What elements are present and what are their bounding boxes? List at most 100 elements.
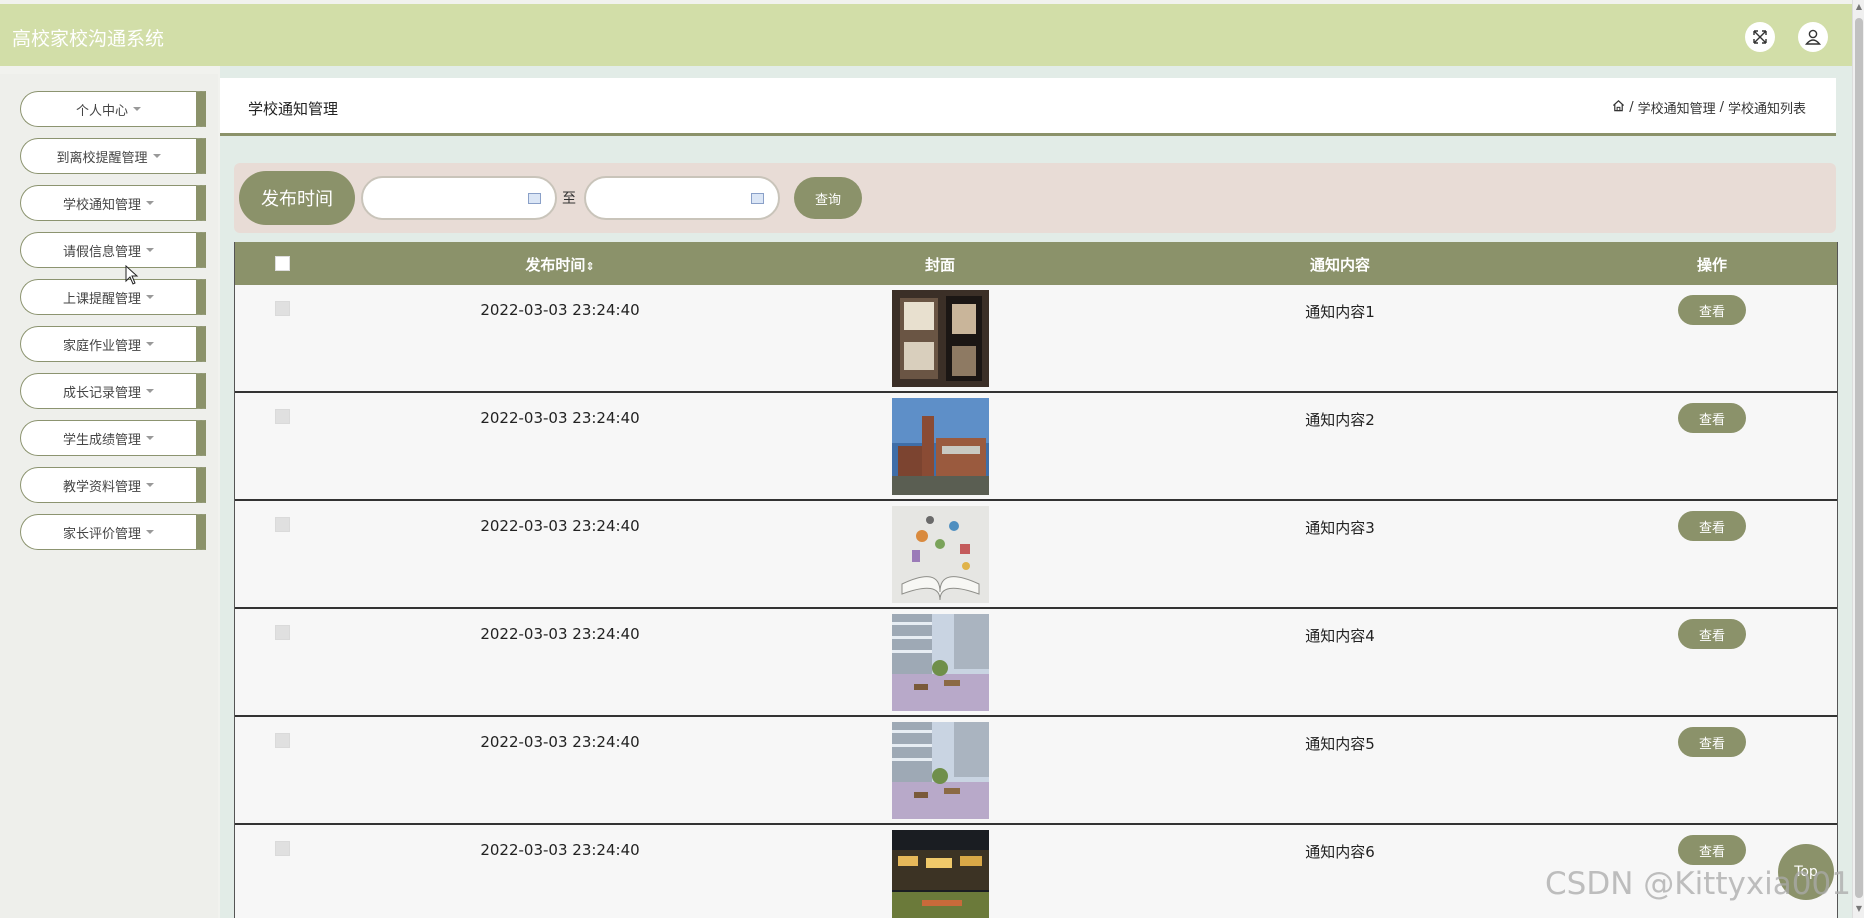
sidebar-item-label: 学生成绩管理 [62, 432, 141, 448]
page-scrollbar[interactable]: ▲ ▼ [1852, 0, 1864, 918]
cover-image [892, 398, 989, 495]
sidebar-item-parent-review[interactable]: 家长评价管理 [20, 514, 206, 550]
sidebar-item-label: 家长评价管理 [62, 526, 141, 542]
user-icon[interactable] [1798, 22, 1828, 52]
page-title: 学校通知管理 [248, 100, 339, 118]
mouse-cursor-icon [125, 265, 139, 285]
cover-image [892, 290, 989, 387]
cover-image [892, 830, 989, 918]
start-date-input[interactable] [379, 178, 529, 218]
column-header-publish-time[interactable]: 发布时间⇕ [525, 254, 594, 275]
breadcrumb: / 学校通知管理 / 学校通知列表 [1612, 98, 1806, 117]
sidebar-item-growth-record[interactable]: 成长记录管理 [20, 373, 206, 409]
chevron-down-icon [146, 483, 154, 487]
chevron-down-icon [146, 436, 154, 440]
search-label: 发布时间 [239, 171, 355, 225]
notice-content-cell: 通知内容2 [1305, 411, 1375, 429]
publish-time-cell: 2022-03-03 23:24:40 [480, 841, 640, 859]
sidebar-item-school-notice[interactable]: 学校通知管理 [20, 185, 206, 221]
table-row: 2022-03-03 23:24:40 通知内容5 查看 [235, 717, 1837, 825]
view-button[interactable]: 查看 [1678, 727, 1746, 757]
notice-content-cell: 通知内容6 [1305, 843, 1375, 861]
view-button[interactable]: 查看 [1678, 835, 1746, 865]
fullscreen-icon[interactable] [1745, 22, 1775, 52]
sidebar-item-label: 上课提醒管理 [62, 291, 141, 307]
breadcrumb-separator: / [1629, 100, 1634, 115]
sidebar-item-label: 学校通知管理 [62, 197, 141, 213]
column-header-cover: 封面 [924, 256, 956, 274]
publish-time-cell: 2022-03-03 23:24:40 [480, 517, 640, 535]
view-button[interactable]: 查看 [1678, 619, 1746, 649]
chevron-down-icon [146, 248, 154, 252]
sidebar-item-label: 成长记录管理 [62, 385, 141, 401]
breadcrumb-item[interactable]: 学校通知管理 [1638, 98, 1716, 117]
row-checkbox[interactable] [275, 625, 290, 640]
sidebar-item-leave[interactable]: 请假信息管理 [20, 232, 206, 268]
start-date-field[interactable] [361, 176, 557, 220]
chevron-down-icon [152, 154, 161, 158]
cover-image [892, 614, 989, 711]
cover-image [892, 722, 989, 819]
notice-table: 发布时间⇕ 封面 通知内容 操作 2022-03-03 23:24:40 通知内… [234, 242, 1838, 918]
scroll-up-icon[interactable]: ▲ [1855, 2, 1863, 12]
query-button[interactable]: 查询 [794, 177, 862, 219]
chevron-down-icon [133, 107, 141, 111]
top-bar: 高校家校沟通系统 [0, 4, 1852, 66]
view-button[interactable]: 查看 [1678, 511, 1746, 541]
home-icon[interactable] [1612, 99, 1625, 116]
chevron-down-icon [146, 389, 154, 393]
notice-content-cell: 通知内容5 [1305, 735, 1375, 753]
sidebar-item-label: 家庭作业管理 [62, 338, 141, 354]
table-row: 2022-03-03 23:24:40 通知内容3 查看 [235, 501, 1837, 609]
notice-content-cell: 通知内容3 [1305, 519, 1375, 537]
sidebar-item-arrival-reminder[interactable]: 到离校提醒管理 [20, 138, 206, 174]
table-row: 2022-03-03 23:24:40 通知内容1 查看 [235, 285, 1837, 393]
sidebar-item-homework[interactable]: 家庭作业管理 [20, 326, 206, 362]
sidebar-item-label: 教学资料管理 [62, 479, 141, 495]
select-all-checkbox[interactable] [275, 256, 290, 271]
sidebar-item-label: 请假信息管理 [62, 244, 141, 260]
chevron-down-icon [146, 201, 154, 205]
row-checkbox[interactable] [275, 841, 290, 856]
sidebar-item-label: 个人中心 [75, 103, 128, 119]
calendar-icon[interactable] [751, 193, 764, 204]
page-header: 学校通知管理 / 学校通知管理 / 学校通知列表 [220, 78, 1836, 136]
view-button[interactable]: 查看 [1678, 403, 1746, 433]
row-checkbox[interactable] [275, 409, 290, 424]
row-checkbox[interactable] [275, 733, 290, 748]
publish-time-cell: 2022-03-03 23:24:40 [480, 409, 640, 427]
scroll-thumb[interactable] [1855, 18, 1863, 898]
publish-time-cell: 2022-03-03 23:24:40 [480, 733, 640, 751]
notice-content-cell: 通知内容1 [1305, 303, 1375, 321]
end-date-field[interactable] [584, 176, 780, 220]
view-button[interactable]: 查看 [1678, 295, 1746, 325]
breadcrumb-separator: / [1719, 100, 1724, 115]
table-row: 2022-03-03 23:24:40 通知内容4 查看 [235, 609, 1837, 717]
scroll-down-icon[interactable]: ▼ [1855, 904, 1863, 914]
publish-time-cell: 2022-03-03 23:24:40 [480, 301, 640, 319]
column-label: 发布时间 [525, 256, 586, 274]
sidebar: 个人中心 到离校提醒管理 学校通知管理 请假信息管理 上课提醒管理 家庭作业管理… [0, 74, 218, 918]
sidebar-item-class-reminder[interactable]: 上课提醒管理 [20, 279, 206, 315]
end-date-input[interactable] [602, 178, 752, 218]
publish-time-cell: 2022-03-03 23:24:40 [480, 625, 640, 643]
sidebar-item-teaching-materials[interactable]: 教学资料管理 [20, 467, 206, 503]
table-header: 发布时间⇕ 封面 通知内容 操作 [235, 242, 1837, 285]
notice-content-cell: 通知内容4 [1305, 627, 1375, 645]
sidebar-item-label: 到离校提醒管理 [56, 150, 148, 166]
app-title: 高校家校沟通系统 [12, 28, 165, 50]
sort-icon[interactable]: ⇕ [585, 260, 594, 273]
watermark: CSDN @Kittyxia001 [1545, 866, 1851, 902]
column-header-content: 通知内容 [1309, 256, 1371, 274]
cover-image [892, 506, 989, 603]
sidebar-item-scores[interactable]: 学生成绩管理 [20, 420, 206, 456]
table-row: 2022-03-03 23:24:40 通知内容2 查看 [235, 393, 1837, 501]
sidebar-item-personal-center[interactable]: 个人中心 [20, 91, 206, 127]
breadcrumb-item: 学校通知列表 [1727, 102, 1806, 117]
to-label: 至 [562, 191, 576, 207]
row-checkbox[interactable] [275, 301, 290, 316]
chevron-down-icon [146, 530, 154, 534]
column-header-action: 操作 [1696, 256, 1728, 274]
calendar-icon[interactable] [528, 193, 541, 204]
row-checkbox[interactable] [275, 517, 290, 532]
